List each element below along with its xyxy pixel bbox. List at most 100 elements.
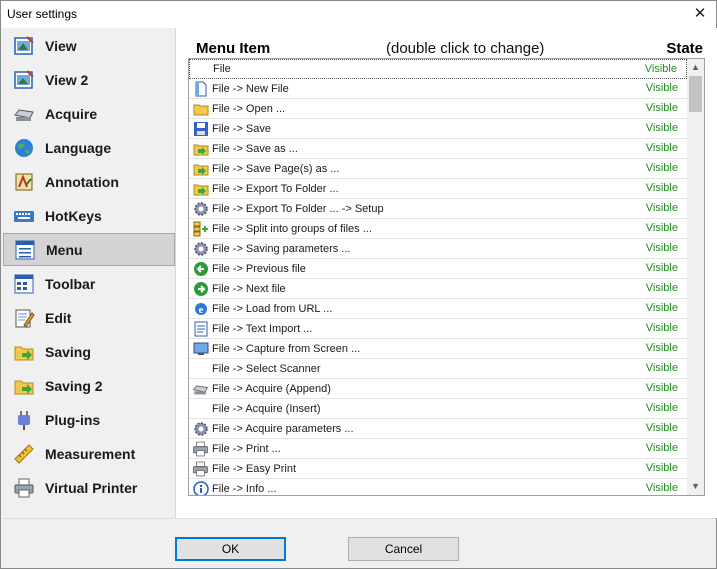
sidebar-item-language[interactable]: Language: [3, 131, 175, 164]
menu-item-state[interactable]: Visible: [646, 422, 678, 434]
menu-item-label: File -> Info ...: [212, 482, 277, 495]
menu-item-state[interactable]: Visible: [646, 242, 678, 254]
settings-sidebar: View View 2 Acquire Language Annotation HotKe…: [2, 28, 176, 518]
menu-item-state[interactable]: Visible: [646, 142, 678, 154]
sidebar-item-label: HotKeys: [45, 207, 102, 224]
menu-item-state[interactable]: Visible: [646, 262, 678, 274]
sidebar-item-saving-2[interactable]: Saving 2: [3, 369, 175, 402]
menu-icon: [12, 238, 38, 262]
gear-icon: [192, 420, 209, 437]
sidebar-item-annotation[interactable]: Annotation: [3, 165, 175, 198]
list-item[interactable]: File -> Export To Folder ... -> Setup Vis…: [189, 199, 687, 219]
sidebar-item-saving[interactable]: Saving: [3, 335, 175, 368]
sidebar-item-label: Saving: [45, 343, 91, 360]
ok-button[interactable]: OK: [175, 537, 286, 561]
sidebar-item-menu[interactable]: Menu: [3, 233, 175, 266]
menu-item-state[interactable]: Visible: [646, 282, 678, 294]
list-item[interactable]: File -> Text Import ... Visible: [189, 319, 687, 339]
menu-item-state[interactable]: Visible: [646, 442, 678, 454]
printer-icon: [192, 440, 209, 457]
menu-item-state[interactable]: Visible: [646, 122, 678, 134]
menu-item-label: File -> Load from URL ...: [212, 302, 333, 315]
list-item[interactable]: File -> Info ... Visible: [189, 479, 687, 495]
list-item[interactable]: File -> New File Visible: [189, 79, 687, 99]
ie-icon: e: [192, 300, 209, 317]
split-icon: [192, 220, 209, 237]
menu-item-label: File -> Acquire (Append): [212, 382, 331, 395]
menu-item-state[interactable]: Visible: [646, 382, 678, 394]
menu-item-state[interactable]: Visible: [646, 402, 678, 414]
menu-item-label: File -> Saving parameters ...: [212, 242, 351, 255]
list-item[interactable]: File -> Previous file Visible: [189, 259, 687, 279]
list-item[interactable]: File -> Capture from Screen ... Visible: [189, 339, 687, 359]
sidebar-item-label: Toolbar: [45, 275, 96, 292]
list-item[interactable]: File -> Print ... Visible: [189, 439, 687, 459]
menu-item-state[interactable]: Visible: [646, 482, 678, 494]
menu-item-state[interactable]: Visible: [646, 162, 678, 174]
sidebar-item-label: Menu: [46, 241, 83, 258]
menu-item-state[interactable]: Visible: [645, 63, 677, 75]
info-icon: [192, 480, 209, 495]
list-item[interactable]: File -> Save Page(s) as ... Visible: [189, 159, 687, 179]
sidebar-item-edit[interactable]: Edit: [3, 301, 175, 334]
blank-icon: [192, 360, 209, 377]
folder-icon: [192, 100, 209, 117]
menu-item-label: File -> Acquire parameters ...: [212, 422, 354, 435]
menu-item-label: File: [213, 63, 231, 75]
list-item[interactable]: File -> Save Visible: [189, 119, 687, 139]
menu-item-state[interactable]: Visible: [646, 102, 678, 114]
menu-item-state[interactable]: Visible: [646, 222, 678, 234]
menu-item-state[interactable]: Visible: [646, 462, 678, 474]
menu-item-state[interactable]: Visible: [646, 182, 678, 194]
menu-item-state[interactable]: Visible: [646, 82, 678, 94]
list-item[interactable]: File -> Saving parameters ... Visible: [189, 239, 687, 259]
menu-item-label: File -> Export To Folder ... -> Setup: [212, 202, 384, 215]
list-item[interactable]: File -> Export To Folder ... Visible: [189, 179, 687, 199]
sidebar-item-hotkeys[interactable]: HotKeys: [3, 199, 175, 232]
saving-icon: [11, 340, 37, 364]
scrollbar-thumb[interactable]: [689, 76, 702, 112]
list-item[interactable]: File -> Split into groups of files ... Vi…: [189, 219, 687, 239]
toolbar-icon: [11, 272, 37, 296]
scanner-icon: [11, 102, 37, 126]
list-item[interactable]: File Visible: [189, 59, 687, 79]
menu-item-state[interactable]: Visible: [646, 202, 678, 214]
cancel-button[interactable]: Cancel: [348, 537, 459, 561]
sidebar-item-measurement[interactable]: Measurement: [3, 437, 175, 470]
menu-items-list[interactable]: File -> Info ... Visible File -> Easy Prin…: [188, 58, 705, 496]
list-item[interactable]: File -> Acquire (Insert) Visible: [189, 399, 687, 419]
sidebar-item-view-2[interactable]: View 2: [3, 63, 175, 96]
column-header-hint: (double click to change): [386, 40, 545, 57]
menu-item-label: File -> Open ...: [212, 102, 286, 115]
sidebar-item-acquire[interactable]: Acquire: [3, 97, 175, 130]
close-icon[interactable]: ✕: [684, 1, 716, 28]
sidebar-item-label: Virtual Printer: [45, 479, 138, 496]
list-item[interactable]: File -> Save as ... Visible: [189, 139, 687, 159]
menu-item-state[interactable]: Visible: [646, 362, 678, 374]
sidebar-item-plug-ins[interactable]: Plug-ins: [3, 403, 175, 436]
text-doc-icon: [192, 320, 209, 337]
menu-item-state[interactable]: Visible: [646, 322, 678, 334]
sidebar-item-label: Annotation: [45, 173, 119, 190]
monitor-icon: [192, 340, 209, 357]
edit-icon: [11, 306, 37, 330]
list-item[interactable]: File -> Select Scanner Visible: [189, 359, 687, 379]
list-item[interactable]: File -> Open ... Visible: [189, 99, 687, 119]
arrow-right-icon: [192, 280, 209, 297]
sidebar-item-toolbar[interactable]: Toolbar: [3, 267, 175, 300]
menu-item-label: File -> Acquire (Insert): [212, 402, 321, 415]
sidebar-item-view[interactable]: View: [3, 29, 175, 62]
menu-item-label: File -> Select Scanner: [212, 362, 321, 375]
menu-item-state[interactable]: Visible: [646, 302, 678, 314]
list-item[interactable]: File -> Next file Visible: [189, 279, 687, 299]
list-item[interactable]: File -> Acquire (Append) Visible: [189, 379, 687, 399]
sidebar-item-virtual-printer[interactable]: Virtual Printer: [3, 471, 175, 504]
list-item[interactable]: e File -> Load from URL ... Visible: [189, 299, 687, 319]
scroll-down-icon[interactable]: ▼: [687, 478, 704, 495]
list-item[interactable]: File -> Easy Print Visible: [189, 459, 687, 479]
scroll-up-icon[interactable]: ▲: [687, 59, 704, 76]
menu-item-state[interactable]: Visible: [646, 342, 678, 354]
new-file-icon: [192, 80, 209, 97]
vertical-scrollbar[interactable]: ▲ ▼: [687, 59, 704, 495]
list-item[interactable]: File -> Acquire parameters ... Visible: [189, 419, 687, 439]
